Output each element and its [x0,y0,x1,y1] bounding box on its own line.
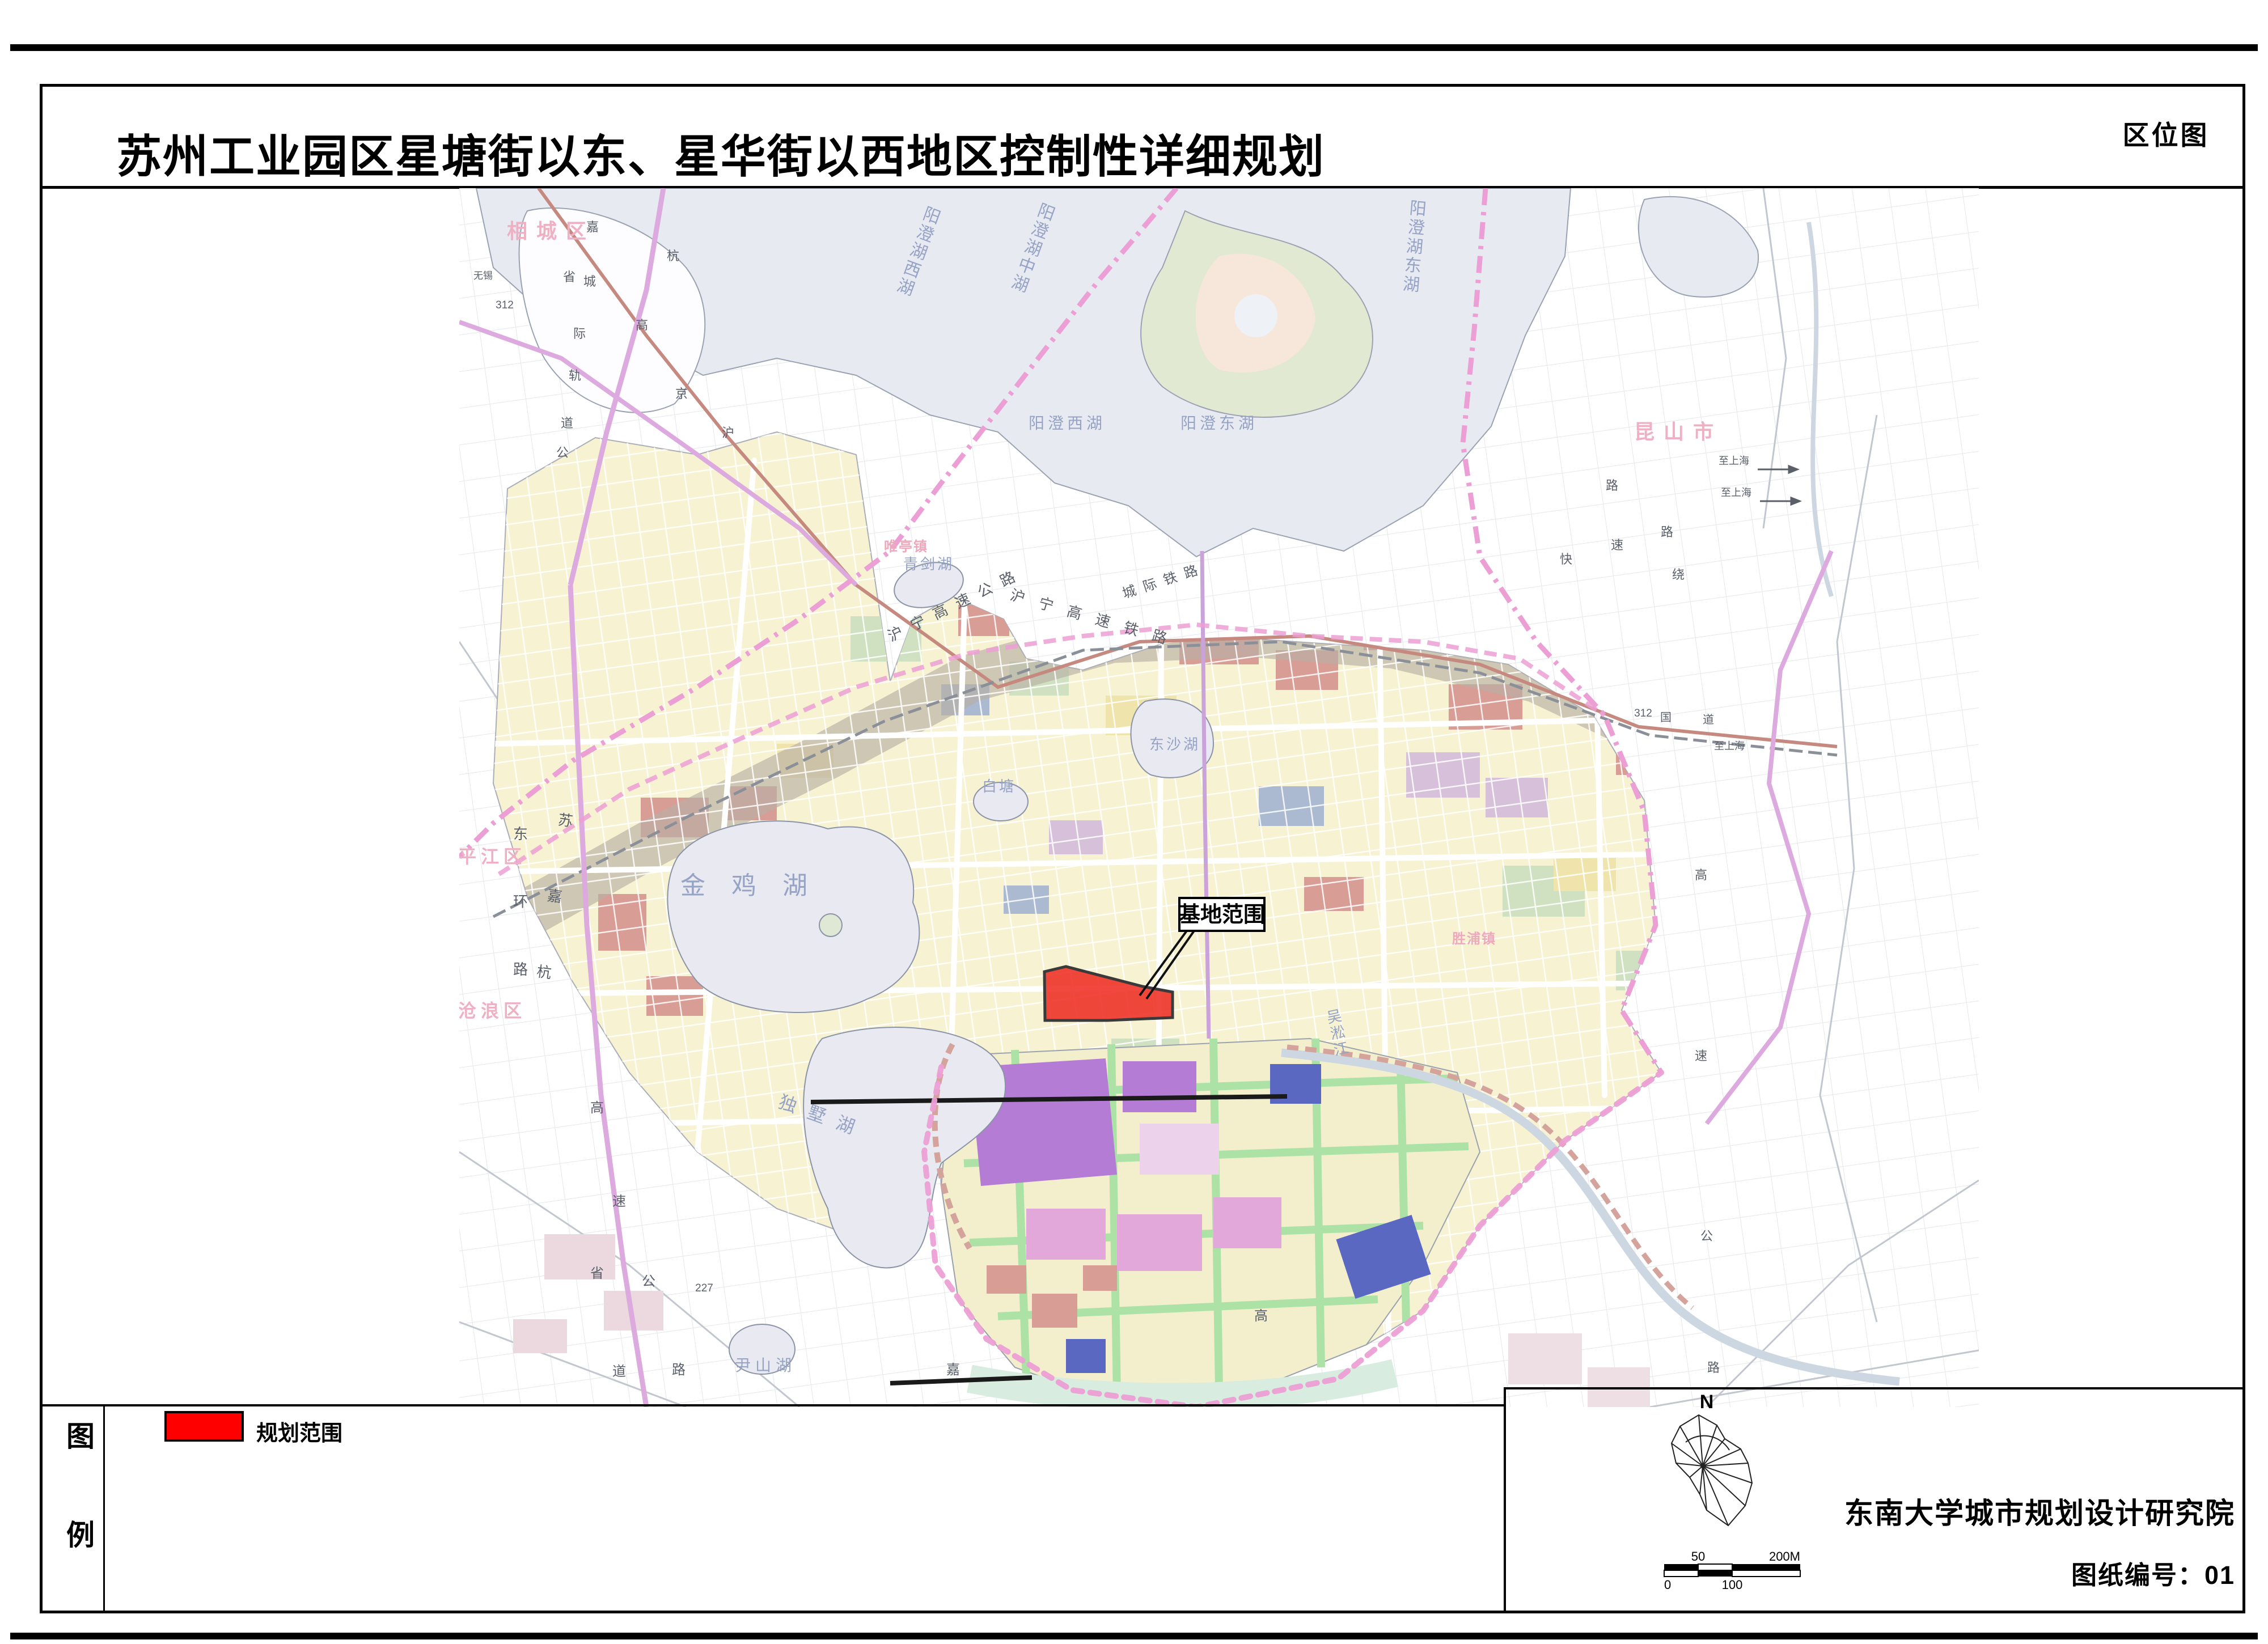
research-block2 [1117,1214,1202,1271]
map-label: 国 [1660,711,1672,724]
map-label: 绕 [1672,567,1685,582]
titleblock-divider [1504,1387,1506,1613]
map-label: 公 [642,1274,655,1289]
legend-swatch-planning-scope [164,1411,244,1442]
map-label: 公 [556,446,569,460]
map-label: 京 [675,387,688,401]
map-label: 青剑湖 [903,556,954,573]
map-label: 312 [496,299,514,311]
map-label: 省 [563,270,576,284]
blue-block3 [1066,1339,1106,1373]
research-block3 [1213,1197,1281,1248]
map-label: 公 [1700,1229,1713,1243]
research-block1 [1026,1209,1106,1260]
map-label: 省 [590,1266,604,1281]
design-institute-name: 东南大学城市规划设计研究院 [1531,1490,2235,1532]
jinji-lake [667,821,919,1012]
map-label: 嘉 [586,220,599,234]
higher-ed-block2 [1123,1061,1196,1112]
map-label: 快 [1560,552,1572,566]
legend-char-bottom: 例 [52,1512,109,1553]
map-label: 312 [1634,707,1652,719]
map-label: 金鸡湖 [680,872,833,900]
map-label: 速 [1695,1049,1707,1063]
peninsula-pond [1234,294,1277,337]
map-label: 杭 [667,249,679,263]
map-label: 速 [612,1194,626,1209]
map-label: 尹山湖 [735,1357,796,1374]
map-label: 速 [1611,538,1623,552]
map-label: 无锡 [473,270,493,281]
campus-block [1140,1124,1219,1175]
legend-item-label: 规划范围 [256,1416,342,1447]
map-label: 路 [1707,1361,1720,1375]
map-label: 相城区 [507,219,595,243]
map-label: 227 [695,1282,713,1294]
map-label: 道 [1703,713,1714,726]
sheet-type-label: 区位图 [2118,113,2214,152]
map-label: 唯亭镇 [884,539,928,554]
jinji-island [819,914,842,937]
map-label: 阳澄东湖 [1180,414,1258,432]
map-label: 路 [672,1362,686,1378]
map-label: 沧浪区 [459,1001,526,1021]
map-label: 道 [612,1364,626,1379]
map-label: 高 [1254,1308,1268,1324]
map-label: 高 [1695,868,1707,882]
titleblock-top-line [1504,1387,2245,1389]
page-top-rule [10,44,2258,51]
map-label: 高 [636,318,648,332]
location-map: 基地范围 阳澄湖西湖阳澄湖中湖阳澄湖东湖阳澄西湖阳澄东湖金鸡湖独墅湖尹山湖东沙湖… [459,188,1979,1407]
map-label: 路 [1661,525,1673,539]
map-label: 轨 [569,368,581,383]
map-label: 道 [561,416,573,430]
north-rose-center [1701,1464,1704,1468]
map-label: 际 [573,327,586,341]
callout-label: 基地范围 [1179,903,1265,927]
map-label: 至上海 [1721,487,1751,498]
map-label: 平江区 [459,846,526,867]
map-label: 白塘 [982,778,1016,795]
salmon-s1 [987,1265,1026,1294]
map-label: 阳澄西湖 [1029,414,1106,432]
map-label: 路 [1606,478,1618,493]
map-label: 至上海 [1714,740,1745,752]
salmon-s3 [1083,1265,1117,1291]
map-label: 高 [590,1100,604,1116]
sheet-number: 图纸编号：01 [1531,1554,2235,1591]
map-label: 昆山市 [1634,420,1723,443]
map-label: 胜浦镇 [1452,931,1496,947]
page-title: 苏州工业园区星塘街以东、星华街以西地区控制性详细规划 [116,120,1325,186]
legend-top-line [40,1404,1506,1406]
legend-char-top: 图 [52,1414,109,1455]
map-label: 至上海 [1719,455,1749,467]
map-label: 东沙湖 [1149,736,1200,753]
salmon-s2 [1032,1294,1077,1328]
map-label: 城 [583,274,596,289]
map-label: 沪 [722,426,734,440]
page-bottom-rule [10,1633,2258,1639]
map-label: 嘉 [946,1362,960,1378]
